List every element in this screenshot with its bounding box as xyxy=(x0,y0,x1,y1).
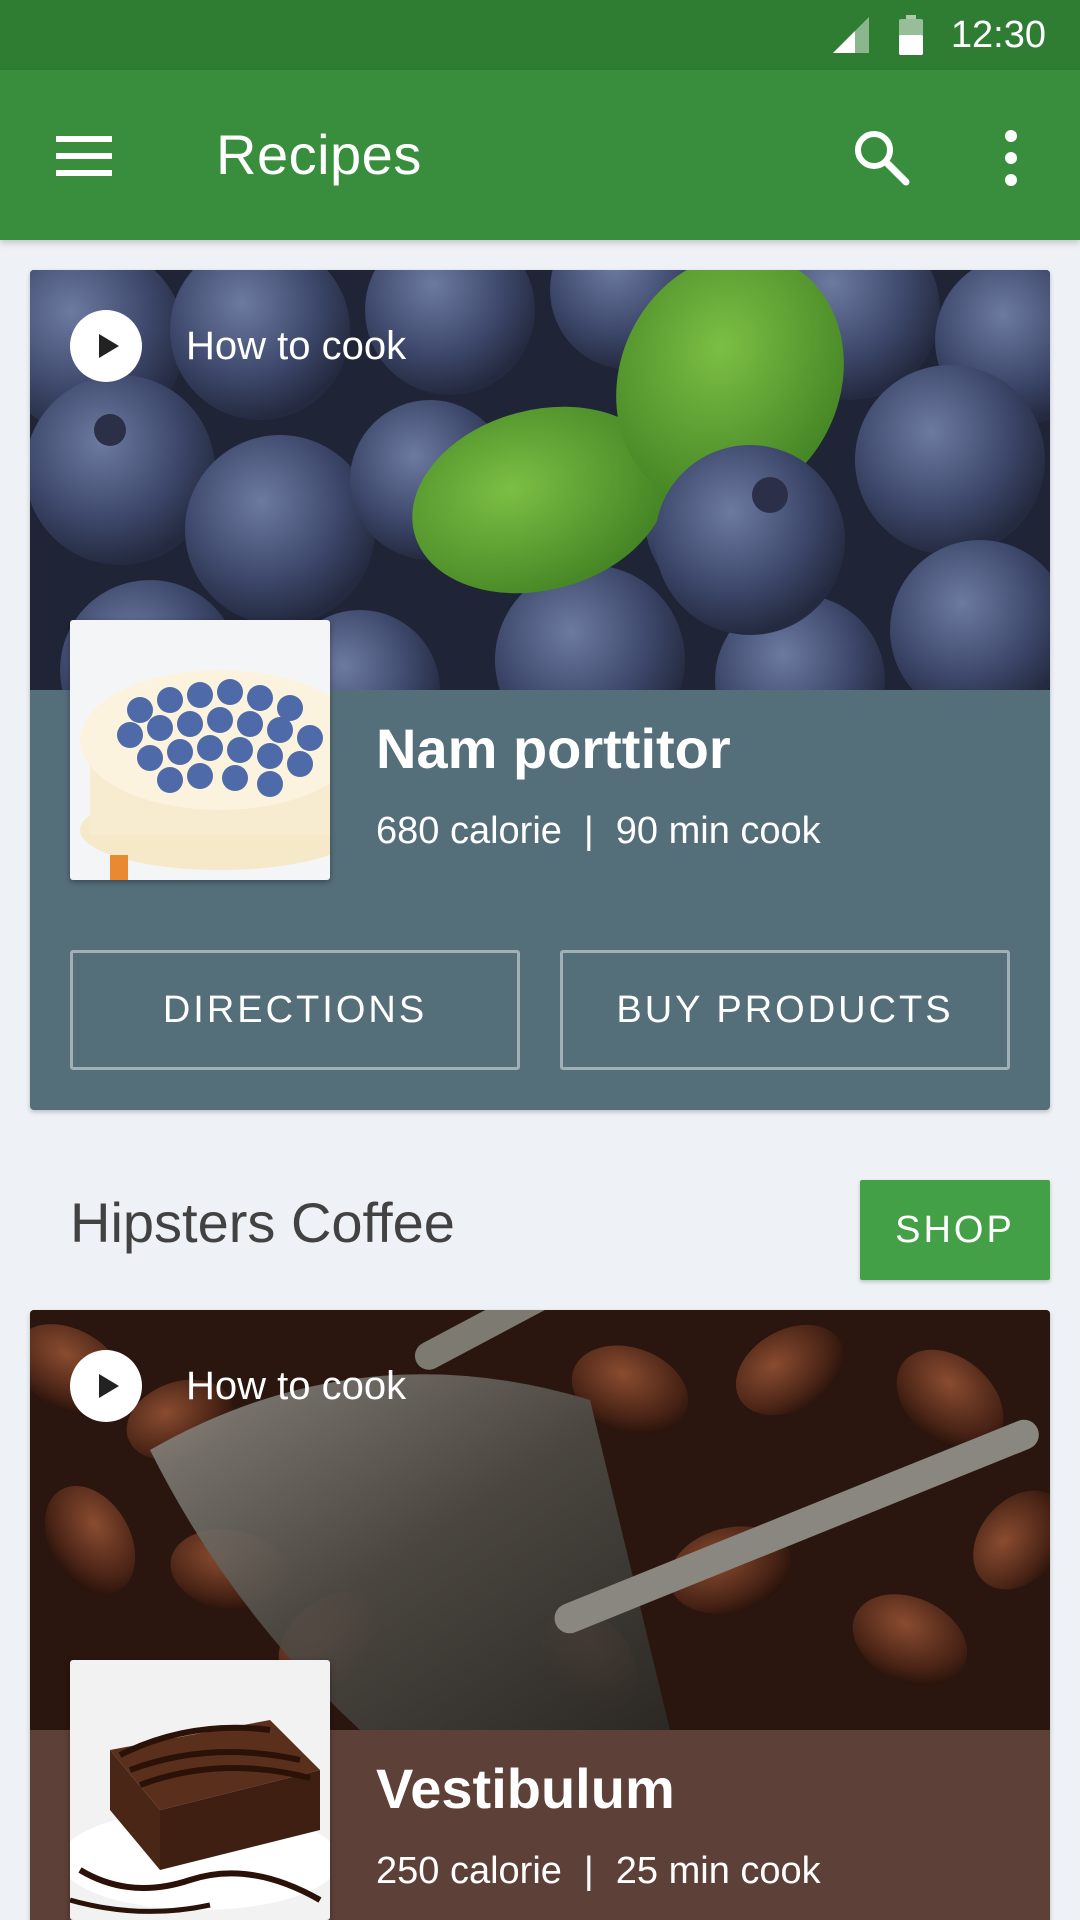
cook-time-text: 25 min cook xyxy=(615,1850,821,1892)
shop-button[interactable]: SHOP xyxy=(860,1180,1050,1280)
recipe-meta: 680 calorie | 90 min cook xyxy=(376,810,821,853)
app-bar: Recipes xyxy=(0,70,1080,240)
search-icon[interactable] xyxy=(852,128,910,186)
calories-text: 250 calorie xyxy=(376,1850,562,1892)
menu-icon[interactable] xyxy=(56,136,112,176)
how-to-cook-button[interactable]: How to cook xyxy=(70,1350,406,1422)
recipe-title: Nam porttitor xyxy=(376,717,731,780)
play-icon xyxy=(70,1350,142,1422)
signal-icon xyxy=(832,17,869,53)
how-to-cook-label: How to cook xyxy=(186,1363,407,1408)
battery-icon xyxy=(898,15,923,55)
how-to-cook-button[interactable]: How to cook xyxy=(70,310,406,382)
play-icon xyxy=(70,310,142,382)
recipe-card[interactable]: How to cook Vestibulum 250 calorie | 25 … xyxy=(30,1310,1050,1920)
cook-time-text: 90 min cook xyxy=(615,810,821,852)
meta-separator: | xyxy=(583,810,594,852)
buy-products-button[interactable]: BUY PRODUCTS xyxy=(560,950,1010,1070)
page-title: Recipes xyxy=(216,123,422,186)
more-vert-icon[interactable] xyxy=(1000,130,1022,186)
recipe-title: Vestibulum xyxy=(376,1757,675,1820)
meta-separator: | xyxy=(583,1850,594,1892)
recipe-meta: 250 calorie | 25 min cook xyxy=(376,1850,821,1893)
brownie-thumbnail xyxy=(70,1660,330,1920)
directions-button[interactable]: DIRECTIONS xyxy=(70,950,520,1070)
cheesecake-thumbnail xyxy=(70,620,330,880)
status-bar: 12:30 xyxy=(0,0,1080,70)
how-to-cook-label: How to cook xyxy=(186,323,407,368)
section-title: Hipsters Coffee xyxy=(70,1191,455,1254)
status-time: 12:30 xyxy=(950,13,1046,56)
recipe-card[interactable]: How to cook Nam porttitor 680 calorie | … xyxy=(30,270,1050,1110)
calories-text: 680 calorie xyxy=(376,810,562,852)
